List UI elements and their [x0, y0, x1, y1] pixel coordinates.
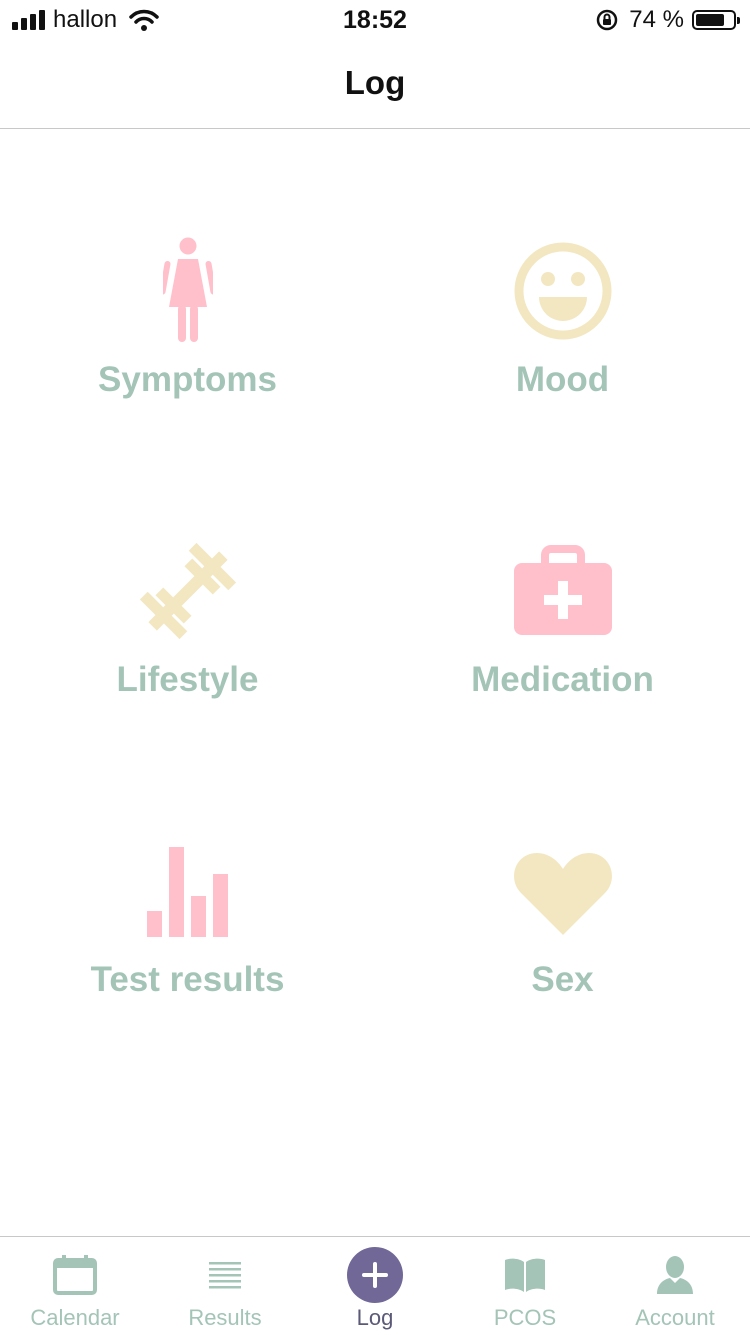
sex-tile[interactable]: Sex — [375, 836, 750, 1096]
tab-account-label: Account — [635, 1305, 715, 1330]
tab-results-label: Results — [188, 1305, 262, 1330]
tab-log-label: Log — [356, 1305, 394, 1330]
list-icon — [197, 1247, 253, 1303]
battery-icon — [692, 10, 740, 30]
dumbbell-icon — [138, 536, 238, 646]
mood-label: Mood — [515, 360, 610, 399]
first-aid-kit-icon — [513, 536, 613, 646]
battery-percentage: 74 % — [629, 6, 684, 33]
medication-tile[interactable]: Medication — [375, 536, 750, 796]
heart-icon — [513, 836, 613, 946]
test-results-label: Test results — [90, 960, 285, 999]
tab-results[interactable]: Results — [150, 1237, 300, 1335]
symptoms-tile[interactable]: Symptoms — [0, 236, 375, 496]
test-results-tile[interactable]: Test results — [0, 836, 375, 1096]
book-icon — [497, 1247, 553, 1303]
plus-icon — [347, 1247, 403, 1303]
symptoms-label: Symptoms — [98, 360, 277, 399]
page-title: Log — [344, 64, 406, 101]
lifestyle-label: Lifestyle — [116, 660, 259, 699]
tab-pcos-label: PCOS — [493, 1305, 557, 1330]
orientation-lock-icon — [597, 9, 618, 31]
mood-tile[interactable]: Mood — [375, 236, 750, 496]
tab-account[interactable]: Account — [600, 1237, 750, 1335]
status-bar: hallon 18:52 74 % — [0, 0, 750, 40]
medication-label: Medication — [471, 660, 654, 699]
navigation-bar: Log — [0, 40, 750, 129]
sex-label: Sex — [531, 960, 594, 999]
bar-chart-icon — [138, 836, 238, 946]
calendar-icon — [47, 1247, 103, 1303]
tab-calendar[interactable]: Calendar — [0, 1237, 150, 1335]
woman-icon — [138, 236, 238, 346]
smiley-icon — [513, 236, 613, 346]
tab-bar: Calendar Results Log PCOS Account — [0, 1236, 750, 1335]
person-icon — [647, 1247, 703, 1303]
tab-log[interactable]: Log — [300, 1237, 450, 1335]
lifestyle-tile[interactable]: Lifestyle — [0, 536, 375, 796]
tab-pcos[interactable]: PCOS — [450, 1237, 600, 1335]
tab-calendar-label: Calendar — [30, 1305, 120, 1330]
